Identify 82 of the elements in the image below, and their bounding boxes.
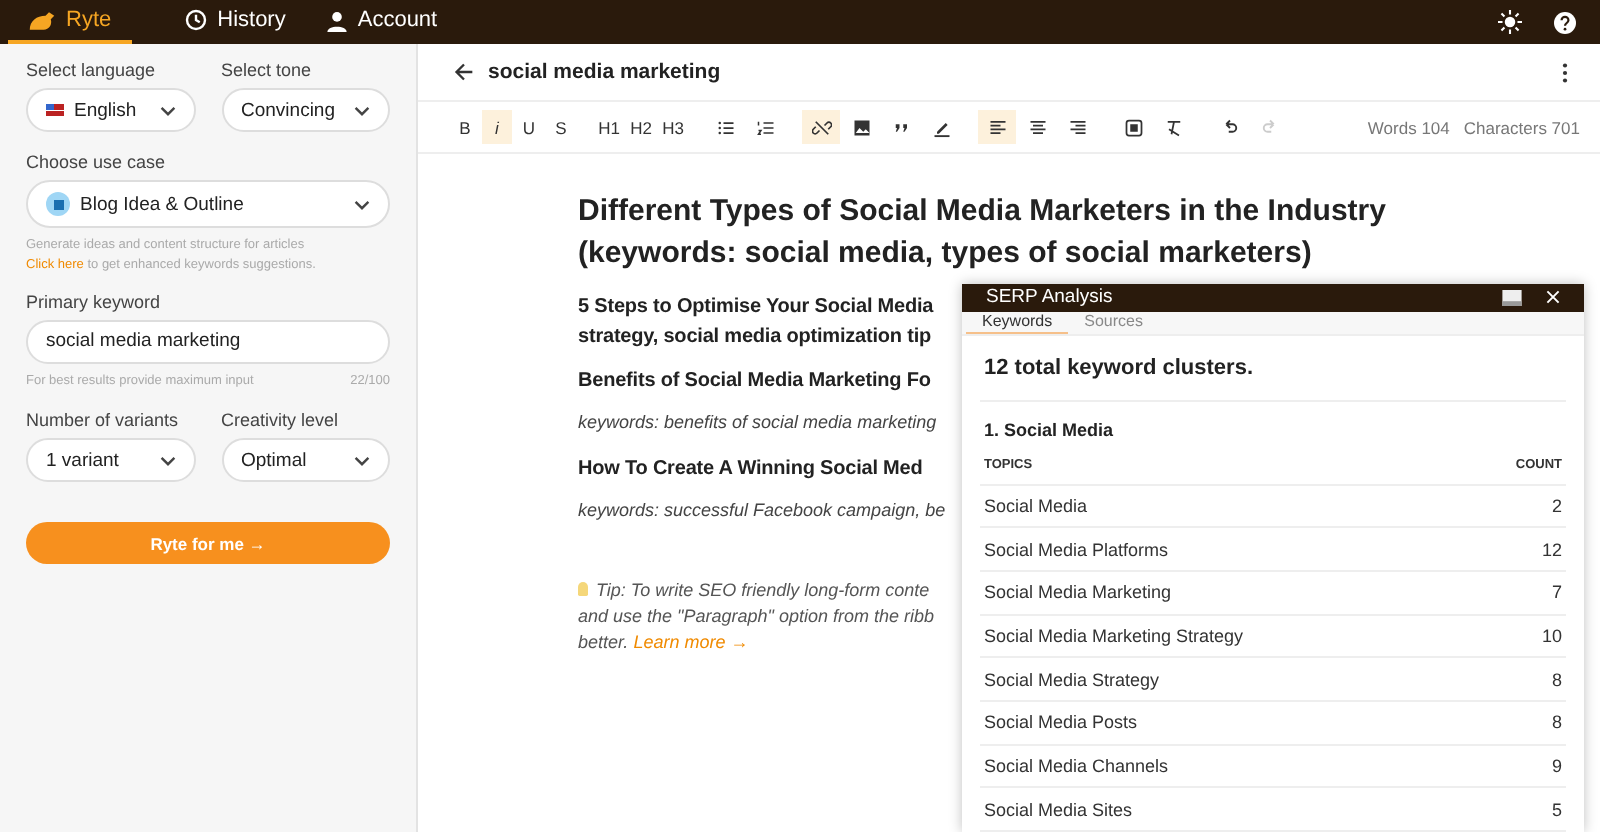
language-dropdown[interactable]: English (26, 88, 195, 132)
section-heading: Benefits of Social Media Marketing Fo (578, 368, 931, 396)
keywords-line: keywords: successful Facebook campaign, be (578, 498, 946, 524)
count-cell: 2 (1551, 495, 1562, 516)
chevron-down-icon (354, 105, 370, 115)
logo-icon (28, 9, 56, 31)
align-right-icon[interactable] (1067, 117, 1087, 137)
topic-cell: Social Media (984, 495, 1088, 516)
pen-icon[interactable] (931, 117, 951, 137)
back-arrow-icon[interactable] (454, 62, 474, 82)
section-heading: How To Create A Winning Social Med (578, 456, 923, 484)
more-options-icon[interactable] (1562, 61, 1568, 83)
panel-title: SERP Analysis (986, 286, 1115, 309)
tip-text: Tip: To write SEO friendly long-form conte (596, 580, 930, 600)
tip-text: better. (578, 632, 629, 652)
clear-format-icon[interactable] (1163, 117, 1183, 137)
chevron-down-icon (354, 199, 370, 209)
nav-tab[interactable]: History (131, 0, 306, 44)
format-button[interactable]: S (546, 110, 576, 144)
variants-dropdown[interactable]: 1 variant (26, 438, 195, 483)
person-icon (325, 9, 348, 31)
count-cell: 10 (1541, 625, 1562, 646)
topic-cell: Social Media Strategy (984, 669, 1160, 690)
word-count: Words 104 (1367, 117, 1450, 137)
format-button[interactable]: B (450, 110, 480, 144)
tone-dropdown[interactable]: Convincing (221, 88, 390, 132)
field-label: Select language (26, 60, 158, 80)
keywords-line: keywords: benefits of social media marketing (578, 410, 937, 436)
count-cell: 5 (1551, 799, 1562, 820)
section-heading: 5 Steps to Optimise Your Social Media (578, 294, 934, 322)
article-heading: (keywords: social media, types of social marketers) (578, 234, 1312, 274)
lightbulb-icon (578, 582, 588, 596)
embed-icon[interactable] (1123, 117, 1143, 137)
topic-cell: Social Media Marketing Strategy (984, 625, 1244, 646)
clusters-summary: 12 total keyword clusters. (980, 335, 1566, 401)
minimize-icon[interactable] (1502, 289, 1522, 306)
article-heading: Different Types of Social Media Marketers in the Industry (578, 192, 1386, 232)
help-icon[interactable] (1554, 11, 1576, 33)
document-title: social media marketing (488, 60, 723, 84)
history-icon (183, 8, 208, 32)
align-center-icon[interactable] (1027, 117, 1047, 137)
count-cell: 8 (1551, 712, 1562, 733)
close-icon[interactable] (1546, 290, 1560, 305)
numbered-list-icon[interactable] (755, 117, 775, 137)
format-button[interactable]: U (514, 110, 544, 144)
character-count: Characters 701 (1463, 117, 1580, 137)
section-heading: strategy, social media optimization tip (578, 324, 932, 352)
format-button[interactable]: i (482, 110, 512, 144)
topic-cell: Social Media Posts (984, 712, 1138, 733)
align-left-icon[interactable] (987, 117, 1007, 137)
topic-cell: Social Media Channels (984, 755, 1169, 776)
field-label: Creativity level (221, 410, 341, 431)
panel-tab[interactable]: Keywords (966, 311, 1069, 333)
image-icon[interactable] (851, 117, 871, 137)
format-button[interactable]: H1 (594, 110, 624, 144)
field-label: Primary keyword (26, 291, 163, 311)
field-label: Number of variants (26, 410, 181, 431)
chevron-down-icon (159, 455, 175, 466)
bullet-list-icon[interactable] (715, 117, 735, 137)
keyword-input[interactable]: social media marketing (26, 319, 390, 363)
chevron-down-icon (354, 455, 370, 466)
document-icon (46, 192, 70, 216)
topic-cell: Social Media Marketing (984, 582, 1172, 603)
count-cell: 9 (1551, 755, 1562, 776)
field-label: Select tone (221, 60, 314, 80)
topic-cell: Social Media Sites (984, 799, 1133, 820)
count-cell: 7 (1551, 582, 1562, 603)
chevron-down-icon (159, 105, 175, 115)
format-button[interactable]: H3 (658, 110, 688, 144)
unlink-icon[interactable] (811, 117, 831, 137)
count-cell: 12 (1541, 539, 1562, 560)
topic-cell: Social Media Platforms (984, 539, 1169, 560)
creativity-dropdown[interactable]: Optimal (221, 438, 390, 483)
flag-icon (46, 104, 64, 116)
cluster-heading: 1. Social Media (982, 417, 1116, 443)
tip-text: and use the "Paragraph" option from the ribb (578, 606, 935, 626)
brightness-icon[interactable] (1498, 10, 1522, 34)
nav-tab[interactable]: Account (305, 0, 458, 44)
field-label: Choose use case (26, 152, 168, 172)
count-cell: 8 (1551, 669, 1562, 690)
format-button[interactable]: H2 (626, 110, 656, 144)
use-case-dropdown[interactable]: Blog Idea & Outline (26, 180, 390, 228)
